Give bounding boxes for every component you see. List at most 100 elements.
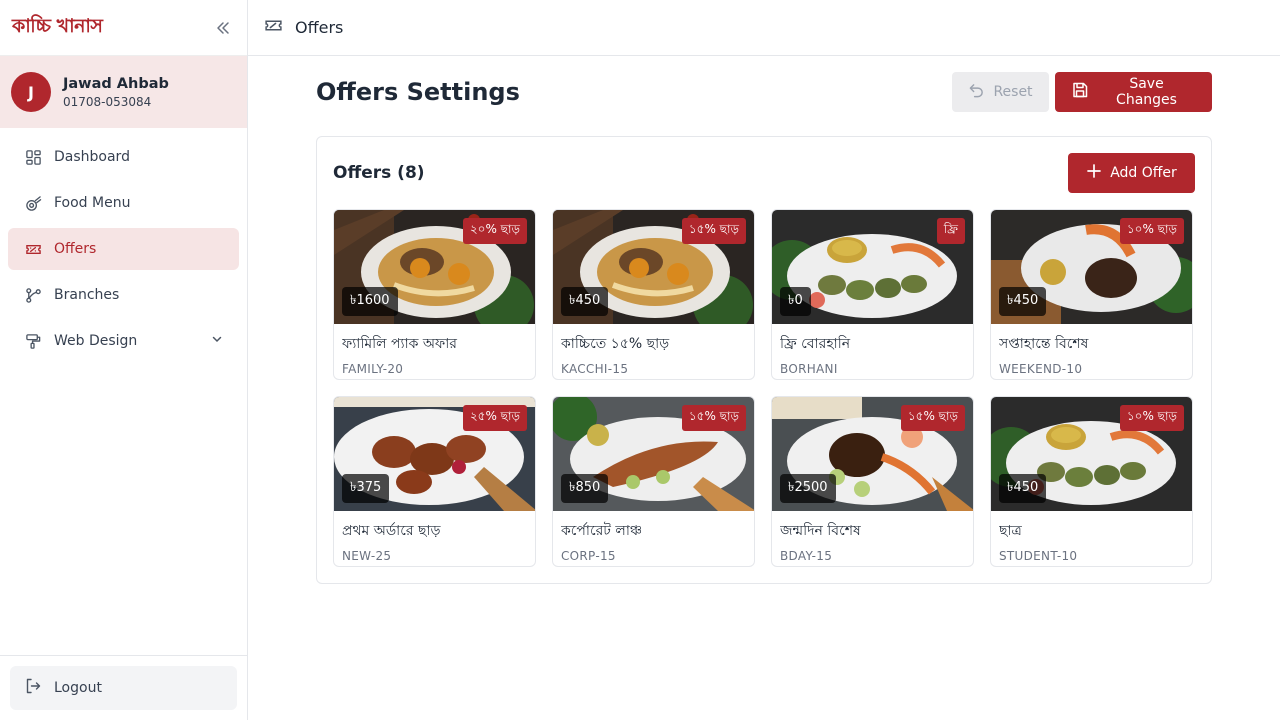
offer-card-body: কর্পোরেট লাঞ্চ CORP-15 [553, 511, 754, 566]
sidebar-item-label: Offers [54, 241, 97, 257]
offer-card-body: প্রথম অর্ডারে ছাড় NEW-25 [334, 511, 535, 566]
sidebar-nav: Dashboard Food Menu Offers Branches Web … [0, 128, 247, 374]
offer-code: CORP-15 [561, 549, 616, 563]
sidebar-item-label: Dashboard [54, 149, 130, 165]
reset-label: Reset [993, 84, 1033, 100]
sidebar-item-label: Branches [54, 287, 120, 303]
offer-card[interactable]: ২০% ছাড় ৳1600 ফ্যামিলি প্যাক অফার FAMILY-2… [333, 209, 536, 380]
discount-badge: ১০% ছাড় [1119, 218, 1184, 244]
discount-badge: ১৫% ছাড় [681, 405, 746, 431]
sidebar: কাচ্চি খানাস J Jawad Ahbab 01708-053084 … [0, 0, 248, 720]
plus-icon [1086, 163, 1102, 183]
discount-badge: ১৫% ছাড় [681, 218, 746, 244]
offer-price: ৳450 [999, 474, 1047, 503]
offer-code: NEW-25 [342, 549, 392, 563]
add-offer-button[interactable]: Add Offer [1068, 153, 1195, 193]
offer-card-body: ছাত্র STUDENT-10 [991, 511, 1192, 566]
offer-name: ফ্যামিলি প্যাক অফার [342, 336, 458, 352]
offer-image: ১০% ছাড় ৳450 [991, 210, 1192, 324]
offer-name: ছাত্র [999, 523, 1022, 539]
discount-badge: ফ্রি [936, 218, 965, 244]
offer-card[interactable]: ১০% ছাড় ৳450 সপ্তাহান্তে বিশেষ WEEKEND-10 [990, 209, 1193, 380]
discount-badge: ২০% ছাড় [462, 218, 527, 244]
offer-code: BORHANI [780, 362, 838, 376]
user-profile: J Jawad Ahbab 01708-053084 [0, 56, 247, 128]
offer-price: ৳375 [342, 474, 390, 503]
offer-code: KACCHI-15 [561, 362, 629, 376]
offers-panel-header: Offers (8) Add Offer [333, 153, 1195, 193]
sidebar-item-branches[interactable]: Branches [8, 274, 239, 316]
page-title: Offers Settings [316, 78, 520, 106]
offer-card-body: সপ্তাহান্তে বিশেষ WEEKEND-10 [991, 324, 1192, 379]
offer-code: BDAY-15 [780, 549, 833, 563]
offer-card-body: ফ্রি বোরহানি BORHANI [772, 324, 973, 379]
offer-code: WEEKEND-10 [999, 362, 1083, 376]
offers-panel: Offers (8) Add Offer ২০% ছাড় ৳1600 ফ্যামি… [316, 136, 1212, 584]
offer-image: ২৫% ছাড় ৳375 [334, 397, 535, 511]
dashboard-icon [24, 148, 42, 166]
offers-grid: ২০% ছাড় ৳1600 ফ্যামিলি প্যাক অফার FAMILY-2… [333, 209, 1195, 567]
ticket-icon [264, 16, 283, 39]
offer-name: জন্মদিন বিশেষ [780, 523, 861, 539]
offer-image: ১৫% ছাড় ৳850 [553, 397, 754, 511]
logout-label: Logout [54, 680, 102, 696]
sidebar-item-label: Web Design [54, 333, 138, 349]
discount-badge: ১০% ছাড় [1119, 405, 1184, 431]
offer-name: ফ্রি বোরহানি [780, 336, 851, 352]
page-header: Offers Settings Reset Save Changes [316, 72, 1212, 112]
save-changes-button[interactable]: Save Changes [1055, 72, 1212, 112]
save-label: Save Changes [1116, 76, 1177, 108]
offer-code: FAMILY-20 [342, 362, 404, 376]
avatar: J [11, 72, 51, 112]
offer-card[interactable]: ফ্রি ৳0 ফ্রি বোরহানি BORHANI [771, 209, 974, 380]
offer-name: কর্পোরেট লাঞ্চ [561, 523, 643, 539]
save-icon [1071, 81, 1089, 103]
logout-icon [24, 677, 42, 699]
add-offer-label: Add Offer [1110, 165, 1177, 181]
offer-name: প্রথম অর্ডারে ছাড় [342, 523, 441, 539]
main-content: Offers Settings Reset Save Changes Offer… [316, 72, 1212, 584]
topbar-title: Offers [295, 18, 344, 37]
offer-card[interactable]: ১০% ছাড় ৳450 ছাত্র STUDENT-10 [990, 396, 1193, 567]
brand-logo: কাচ্চি খানাস [12, 14, 103, 37]
offer-card-body: জন্মদিন বিশেষ BDAY-15 [772, 511, 973, 566]
offer-price: ৳450 [999, 287, 1047, 316]
offer-card[interactable]: ১৫% ছাড় ৳450 কাচ্চিতে ১৫% ছাড় KACCHI-15 [552, 209, 755, 380]
offer-price: ৳450 [561, 287, 609, 316]
offer-card-body: কাচ্চিতে ১৫% ছাড় KACCHI-15 [553, 324, 754, 379]
offer-image: ১০% ছাড় ৳450 [991, 397, 1192, 511]
sidebar-item-offers[interactable]: Offers [8, 228, 239, 270]
discount-badge: ১৫% ছাড় [900, 405, 965, 431]
sidebar-item-food-menu[interactable]: Food Menu [8, 182, 239, 224]
offer-image: ফ্রি ৳0 [772, 210, 973, 324]
user-phone: 01708-053084 [63, 94, 152, 109]
offer-price: ৳0 [780, 287, 811, 316]
sidebar-item-label: Food Menu [54, 195, 131, 211]
user-name: Jawad Ahbab [63, 75, 169, 92]
topbar: Offers [248, 0, 1280, 56]
logout-button[interactable]: Logout [10, 666, 237, 710]
offer-card-body: ফ্যামিলি প্যাক অফার FAMILY-20 [334, 324, 535, 379]
logout-area: Logout [0, 655, 247, 720]
page-actions: Reset Save Changes [952, 72, 1212, 112]
undo-icon [968, 82, 985, 103]
sidebar-item-dashboard[interactable]: Dashboard [8, 136, 239, 178]
discount-badge: ২৫% ছাড় [462, 405, 527, 431]
offer-code: STUDENT-10 [999, 549, 1078, 563]
offer-image: ১৫% ছাড় ৳450 [553, 210, 754, 324]
offer-price: ৳850 [561, 474, 609, 503]
offer-card[interactable]: ১৫% ছাড় ৳2500 জন্মদিন বিশেষ BDAY-15 [771, 396, 974, 567]
reset-button[interactable]: Reset [952, 72, 1049, 112]
offer-card[interactable]: ১৫% ছাড় ৳850 কর্পোরেট লাঞ্চ CORP-15 [552, 396, 755, 567]
paint-roller-icon [24, 332, 42, 350]
offer-card[interactable]: ২৫% ছাড় ৳375 প্রথম অর্ডারে ছাড় NEW-25 [333, 396, 536, 567]
sidebar-item-web-design[interactable]: Web Design [8, 320, 239, 362]
offers-count-title: Offers (8) [333, 163, 425, 183]
offer-image: ২০% ছাড় ৳1600 [334, 210, 535, 324]
branches-icon [24, 286, 42, 304]
collapse-sidebar-icon[interactable] [211, 16, 235, 40]
chevron-down-icon [211, 333, 223, 349]
brand-bar: কাচ্চি খানাস [0, 0, 247, 56]
offer-image: ১৫% ছাড় ৳2500 [772, 397, 973, 511]
offer-price: ৳2500 [780, 474, 836, 503]
